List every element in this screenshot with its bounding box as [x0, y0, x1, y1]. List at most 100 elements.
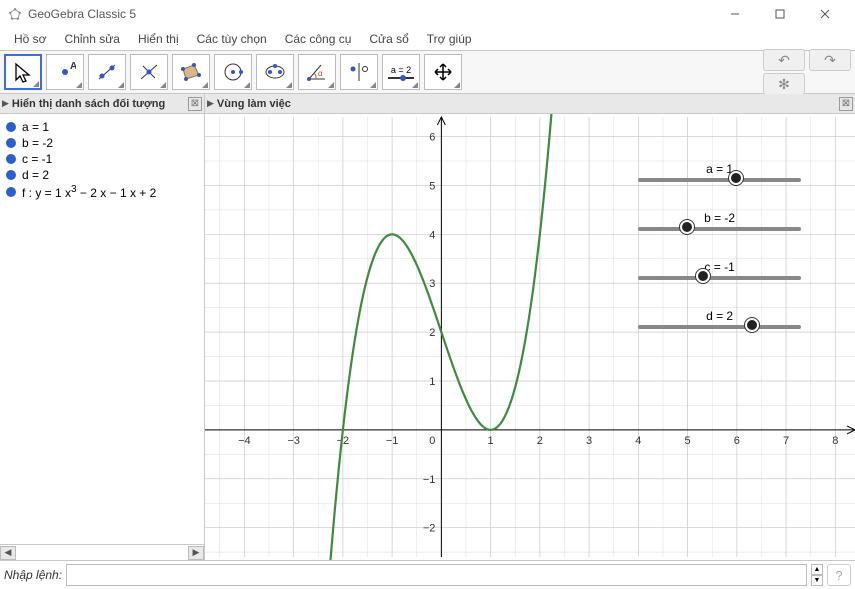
window-titlebar: GeoGebra Classic 5	[0, 0, 855, 28]
tool-line[interactable]	[88, 54, 126, 90]
svg-text:8: 8	[832, 435, 838, 447]
menu-options[interactable]: Các tùy chọn	[189, 30, 275, 48]
slider-track[interactable]	[638, 178, 801, 182]
svg-text:0: 0	[429, 435, 435, 447]
svg-text:6: 6	[734, 435, 740, 447]
maximize-icon	[775, 9, 785, 19]
object-item-a[interactable]: a = 1	[6, 120, 198, 134]
scroll-right-icon[interactable]: ▶	[188, 546, 204, 560]
object-label: d = 2	[22, 168, 49, 182]
slider-c[interactable]: c = -1	[638, 260, 801, 280]
algebra-scrollbar[interactable]: ◀ ▶	[0, 544, 204, 560]
svg-text:5: 5	[429, 180, 435, 192]
bullet-icon	[6, 154, 16, 164]
cursor-icon	[12, 61, 34, 83]
graphics-panel-header[interactable]: ▶ Vùng làm việc ⊠	[205, 94, 855, 114]
object-label: a = 1	[22, 120, 49, 134]
menu-window[interactable]: Cửa sổ	[361, 30, 416, 48]
algebra-panel-close[interactable]: ⊠	[188, 97, 202, 111]
window-title: GeoGebra Classic 5	[28, 7, 712, 21]
tool-polygon[interactable]	[172, 54, 210, 90]
svg-text:7: 7	[783, 435, 789, 447]
tool-move[interactable]	[4, 54, 42, 90]
app-logo-icon	[8, 7, 22, 21]
reflect-icon	[348, 61, 370, 83]
minimize-button[interactable]	[712, 0, 757, 28]
slider-label: b = -2	[638, 211, 801, 225]
svg-text:−1: −1	[423, 474, 436, 486]
slider-track[interactable]	[638, 276, 801, 280]
help-button[interactable]: ?	[827, 564, 851, 586]
svg-text:−4: −4	[238, 435, 251, 447]
ellipse-icon	[264, 61, 286, 83]
object-list: a = 1 b = -2 c = -1 d = 2 f : y = 1 x3 −…	[0, 114, 204, 544]
gear-icon: ✻	[778, 76, 790, 93]
menu-bar: Hồ sơ Chỉnh sửa Hiển thị Các tùy chọn Cá…	[0, 28, 855, 50]
svg-text:4: 4	[429, 229, 435, 241]
svg-text:−1: −1	[386, 435, 399, 447]
graphics-view[interactable]: −4−3−2−112345678−2−11234560 a = 1 b = -2…	[205, 114, 855, 560]
content-area: ▶ Hiển thị danh sách đối tượng ⊠ a = 1 b…	[0, 94, 855, 561]
slider-label: c = -1	[638, 260, 801, 274]
input-spinner[interactable]: ▲▼	[811, 564, 823, 586]
slider-a[interactable]: a = 1	[638, 162, 801, 182]
perpendicular-icon	[138, 61, 160, 83]
graphics-panel-close[interactable]: ⊠	[839, 97, 853, 111]
slider-track[interactable]	[638, 227, 801, 231]
object-item-b[interactable]: b = -2	[6, 136, 198, 150]
input-bar: Nhập lệnh: ▲▼ ?	[0, 561, 855, 589]
algebra-panel-header[interactable]: ▶ Hiển thị danh sách đối tượng ⊠	[0, 94, 204, 114]
move-view-icon	[432, 61, 454, 83]
object-item-d[interactable]: d = 2	[6, 168, 198, 182]
chevron-right-icon: ▶	[207, 98, 214, 109]
polygon-icon	[180, 61, 202, 83]
object-label: b = -2	[22, 136, 53, 150]
chevron-down-icon: ▼	[811, 575, 823, 586]
line-icon	[96, 61, 118, 83]
tool-circle[interactable]	[214, 54, 252, 90]
tool-move-view[interactable]	[424, 54, 462, 90]
close-button[interactable]	[802, 0, 847, 28]
settings-button[interactable]: ✻	[763, 73, 805, 95]
tool-perpendicular[interactable]	[130, 54, 168, 90]
svg-text:3: 3	[429, 278, 435, 290]
minimize-icon	[730, 9, 740, 19]
svg-text:1: 1	[429, 376, 435, 388]
menu-edit[interactable]: Chỉnh sửa	[57, 30, 128, 48]
tool-angle[interactable]: α	[298, 54, 336, 90]
slider-d[interactable]: d = 2	[638, 309, 801, 329]
svg-text:−2: −2	[423, 523, 436, 535]
algebra-panel: ▶ Hiển thị danh sách đối tượng ⊠ a = 1 b…	[0, 94, 205, 560]
scroll-left-icon[interactable]: ◀	[0, 546, 16, 560]
algebra-panel-title: Hiển thị danh sách đối tượng	[12, 98, 188, 110]
tool-slider[interactable]: a = 2	[382, 54, 420, 90]
svg-text:2: 2	[537, 435, 543, 447]
bullet-icon	[6, 170, 16, 180]
object-label: f : y = 1 x3 − 2 x − 1 x + 2	[22, 184, 156, 200]
maximize-button[interactable]	[757, 0, 802, 28]
menu-help[interactable]: Trợ giúp	[419, 30, 480, 48]
undo-button[interactable]: ↶	[763, 49, 805, 71]
menu-view[interactable]: Hiển thị	[130, 30, 187, 48]
circle-icon	[222, 61, 244, 83]
slider-b[interactable]: b = -2	[638, 211, 801, 231]
svg-text:4: 4	[635, 435, 641, 447]
redo-button[interactable]: ↷	[809, 49, 851, 71]
tool-point[interactable]: A	[46, 54, 84, 90]
command-input[interactable]	[66, 564, 807, 586]
chevron-up-icon: ▲	[811, 564, 823, 575]
graphics-panel: ▶ Vùng làm việc ⊠ −4−3−2−112345678−2−112…	[205, 94, 855, 560]
menu-tools[interactable]: Các công cụ	[277, 30, 360, 48]
tool-ellipse[interactable]	[256, 54, 294, 90]
tool-reflect[interactable]	[340, 54, 378, 90]
graphics-panel-title: Vùng làm việc	[217, 98, 839, 110]
menu-file[interactable]: Hồ sơ	[6, 30, 55, 48]
slider-track[interactable]	[638, 325, 801, 329]
svg-text:1: 1	[488, 435, 494, 447]
redo-icon: ↷	[824, 52, 836, 69]
object-item-c[interactable]: c = -1	[6, 152, 198, 166]
point-icon: A	[54, 61, 76, 83]
angle-icon: α	[306, 61, 328, 83]
input-label: Nhập lệnh:	[4, 568, 62, 582]
object-item-f[interactable]: f : y = 1 x3 − 2 x − 1 x + 2	[6, 184, 198, 200]
